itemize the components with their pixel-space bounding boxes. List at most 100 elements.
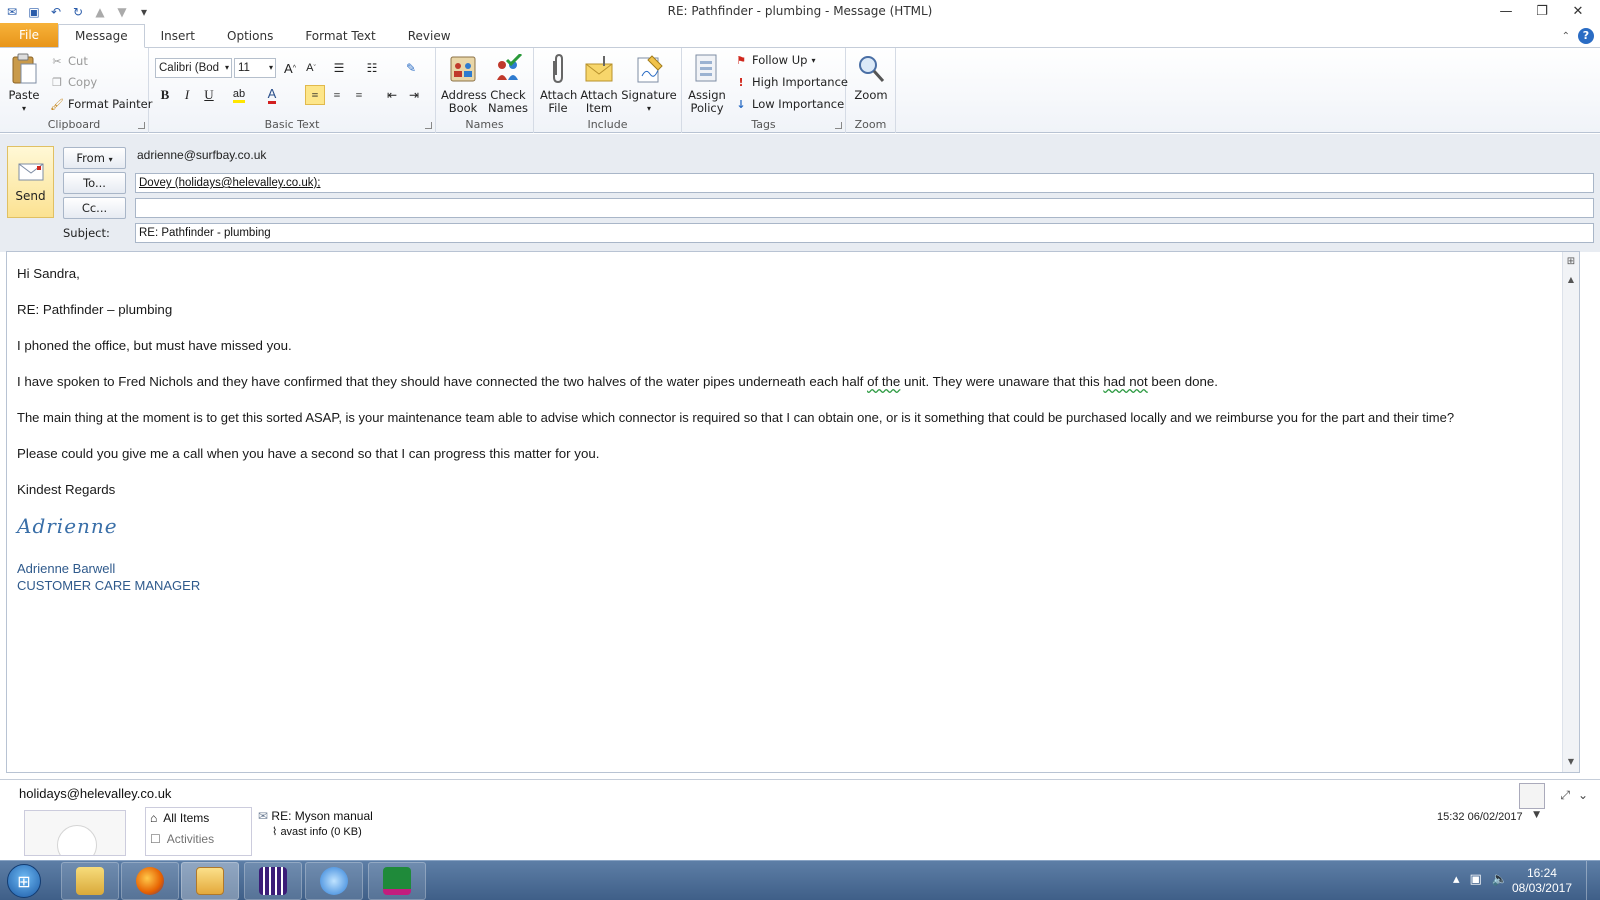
category-activities[interactable]: ☐ Activities <box>150 832 214 846</box>
customize-qat-icon[interactable]: ▾ <box>136 4 152 20</box>
minimize-icon[interactable]: — <box>1488 0 1524 22</box>
to-field[interactable]: Dovey (holidays@helevalley.co.uk); <box>135 173 1594 193</box>
avatar[interactable] <box>1519 783 1545 809</box>
to-recipient[interactable]: Dovey (holidays@helevalley.co.uk); <box>139 177 320 189</box>
minimize-ribbon-icon[interactable]: ⌃ <box>1562 31 1570 42</box>
italic-button[interactable]: I <box>177 85 197 105</box>
message-body-text[interactable]: Hi Sandra, RE: Pathfinder – plumbing I p… <box>17 266 1547 594</box>
people-pane-categories: ⌂ All Items ☐ Activities <box>145 807 252 856</box>
styles-button[interactable]: ✎ <box>401 58 421 78</box>
from-button[interactable]: From ▾ <box>63 147 126 169</box>
check-names-button[interactable]: Check Names <box>486 52 530 115</box>
expand-icon[interactable]: ⤢ <box>1560 788 1570 803</box>
to-button[interactable]: To... <box>63 172 126 194</box>
body-scrollbar[interactable]: ⊞ ▲ ▼ <box>1562 252 1579 772</box>
chevron-down-icon[interactable]: ⌄ <box>1578 788 1588 802</box>
signature-button[interactable]: Signature ▾ <box>620 52 678 115</box>
volume-icon[interactable]: 🔈 <box>1492 872 1508 887</box>
scroll-down-icon[interactable]: ▼ <box>1563 754 1579 770</box>
highlight-button[interactable]: ab <box>229 85 249 105</box>
taskbar-sage[interactable] <box>368 862 426 900</box>
high-importance-label: High Importance <box>752 75 848 89</box>
tab-format-text[interactable]: Format Text <box>289 25 391 47</box>
cut-button[interactable]: ✂ Cut <box>50 54 87 68</box>
grow-font-button[interactable]: A ^ <box>280 58 300 78</box>
copy-button[interactable]: ❐ Copy <box>50 75 97 89</box>
tab-message[interactable]: Message <box>58 24 145 48</box>
align-right-button[interactable]: ≡ <box>349 85 369 105</box>
taskbar-firefox[interactable] <box>121 862 179 900</box>
save-icon[interactable]: ▣ <box>26 4 42 20</box>
tab-insert[interactable]: Insert <box>145 25 211 47</box>
cc-button[interactable]: Cc... <box>63 197 126 219</box>
previous-item-icon[interactable]: ▲ <box>92 4 108 20</box>
redo-icon[interactable]: ↻ <box>70 4 86 20</box>
ruler-toggle-icon[interactable]: ⊞ <box>1563 254 1579 270</box>
paste-button[interactable]: Paste ▾ <box>6 52 42 115</box>
paste-icon <box>8 52 40 86</box>
send-button[interactable]: Send <box>7 146 54 218</box>
message-body[interactable]: Hi Sandra, RE: Pathfinder – plumbing I p… <box>6 251 1580 773</box>
bold-button[interactable]: B <box>155 85 175 105</box>
follow-up-label: Follow Up <box>752 53 808 67</box>
low-importance-button[interactable]: ↓ Low Importance <box>734 97 844 111</box>
format-painter-label: Format Painter <box>68 97 153 111</box>
clipboard-launcher[interactable] <box>138 122 145 129</box>
start-button[interactable]: ⊞ <box>7 864 41 898</box>
tray-expand-icon[interactable]: ▴ <box>1453 872 1460 887</box>
network-icon[interactable]: ▣ <box>1470 872 1482 887</box>
zoom-button[interactable]: Zoom <box>850 52 892 102</box>
format-painter-button[interactable]: 🖌 Format Painter <box>50 97 152 111</box>
assign-policy-button[interactable]: Assign Policy <box>686 52 728 115</box>
taskbar-calendar-app[interactable] <box>244 862 302 900</box>
align-left-button[interactable]: ≡ <box>305 85 325 105</box>
paragraph-3: The main thing at the moment is to get t… <box>17 410 1455 425</box>
category-all-items[interactable]: ⌂ All Items <box>150 811 209 825</box>
decrease-indent-button[interactable]: ⇤ <box>382 85 402 105</box>
subject-field[interactable]: RE: Pathfinder - plumbing <box>135 223 1594 243</box>
system-clock[interactable]: 16:24 08/03/2017 <box>1512 866 1572 896</box>
undo-icon[interactable]: ↶ <box>48 4 64 20</box>
font-size-value: 11 <box>238 62 250 74</box>
taskbar-browser[interactable] <box>305 862 363 900</box>
numbering-button[interactable]: ☷ <box>362 58 382 78</box>
restore-icon[interactable]: ❐ <box>1524 0 1560 22</box>
help-icon[interactable]: ? <box>1578 28 1594 44</box>
list-item[interactable]: ✉ RE: Myson manual <box>258 809 373 823</box>
taskbar-explorer[interactable] <box>61 862 119 900</box>
show-desktop-button[interactable] <box>1586 861 1600 900</box>
scroll-up-icon[interactable]: ▲ <box>1563 272 1579 288</box>
item-dropdown-icon[interactable]: ▼ <box>1533 810 1540 820</box>
attach-file-label: Attach File <box>540 88 578 115</box>
attach-file-button[interactable]: Attach File <box>538 52 578 115</box>
item-attachment[interactable]: ⌇ avast info (0 KB) <box>272 825 362 838</box>
close-icon[interactable]: ✕ <box>1560 0 1596 22</box>
tags-launcher[interactable] <box>835 122 842 129</box>
attach-item-button[interactable]: Attach Item <box>578 52 620 115</box>
tab-options[interactable]: Options <box>211 25 289 47</box>
follow-up-button[interactable]: ⚑ Follow Up ▾ <box>734 53 815 67</box>
taskbar-outlook[interactable] <box>181 862 239 900</box>
increase-indent-button[interactable]: ⇥ <box>404 85 424 105</box>
high-importance-button[interactable]: ! High Importance <box>734 75 848 89</box>
font-color-icon: A <box>267 86 277 104</box>
tab-review[interactable]: Review <box>392 25 467 47</box>
calendar-grid-icon <box>259 867 287 895</box>
underline-button[interactable]: U <box>199 85 219 105</box>
bullets-button[interactable]: ☰ <box>329 58 349 78</box>
font-size-select[interactable]: 11 ▾ <box>234 58 276 78</box>
down-arrow-icon: ↓ <box>736 97 746 111</box>
address-book-button[interactable]: Address Book <box>440 52 487 115</box>
align-center-button[interactable]: ≡ <box>327 85 347 105</box>
cc-field[interactable] <box>135 198 1594 218</box>
tab-file[interactable]: File <box>0 23 58 47</box>
font-color-button[interactable]: A <box>262 85 282 105</box>
envelope-clip-icon <box>583 52 615 86</box>
chevron-down-icon: ▾ <box>224 63 229 72</box>
next-item-icon[interactable]: ▼ <box>114 4 130 20</box>
outlook-app-icon[interactable]: ✉ <box>4 4 20 20</box>
shrink-font-button[interactable]: Aˇ <box>301 58 321 78</box>
contact-photo <box>24 810 126 856</box>
font-name-select[interactable]: Calibri (Body) ▾ <box>155 58 232 78</box>
basic-text-launcher[interactable] <box>425 122 432 129</box>
